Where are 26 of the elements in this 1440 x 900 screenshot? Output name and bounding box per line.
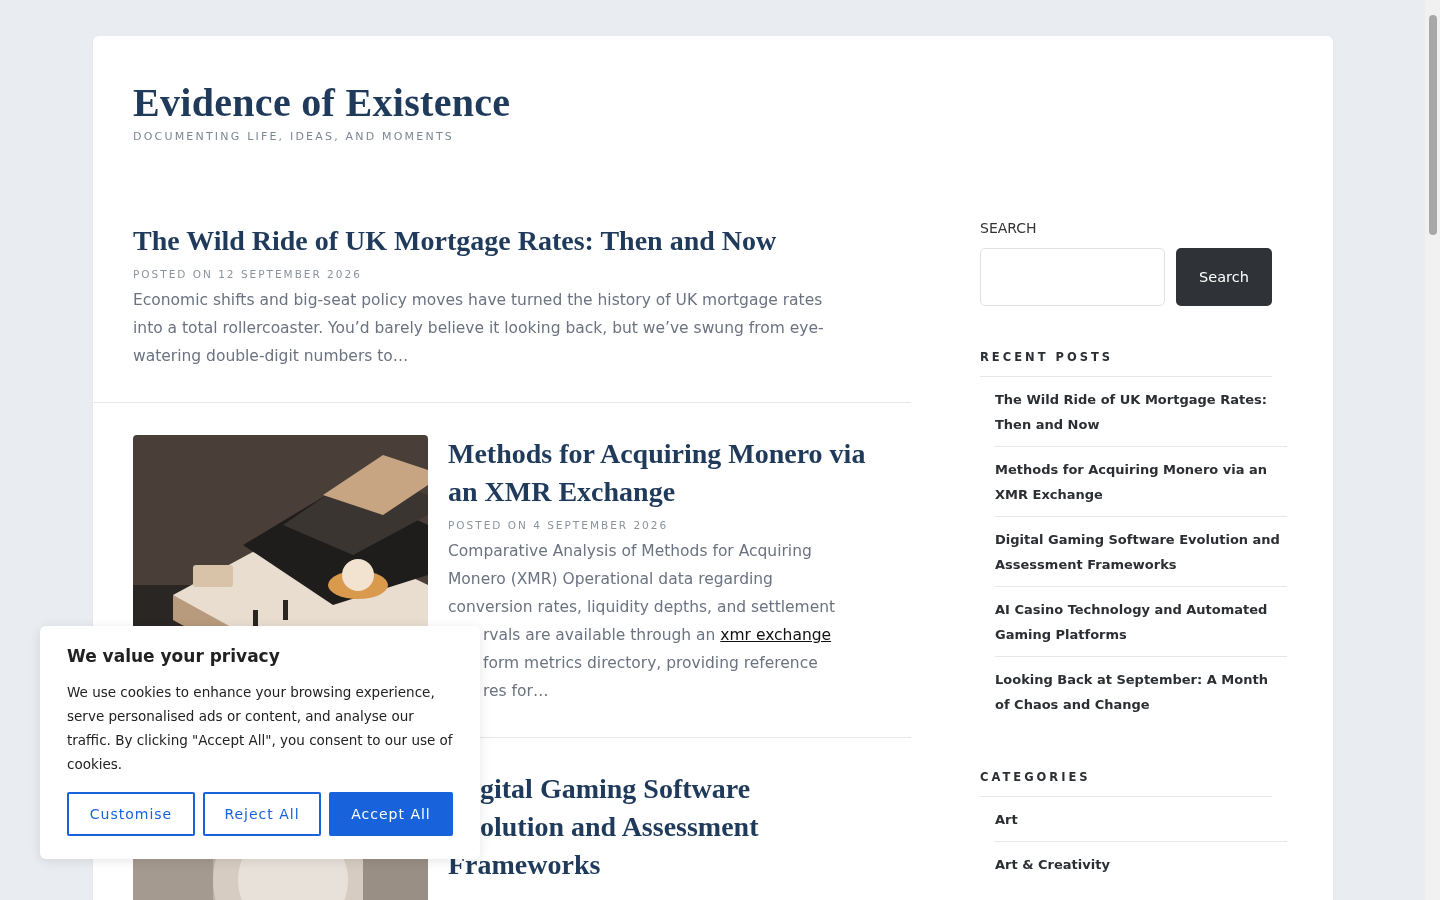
cookie-title: We value your privacy — [67, 646, 280, 666]
cookie-button[interactable]: Reject All — [203, 792, 321, 836]
category-link[interactable]: Art & Creativity — [995, 852, 1287, 877]
recent-post-link[interactable]: Methods for Acquiring Monero via an XMR Exchange — [995, 457, 1287, 507]
excerpt-link[interactable]: xmr exchange — [720, 626, 832, 644]
post-title[interactable]: Methods for Acquiring Monero via an XMR Exchange — [448, 435, 871, 511]
site-tagline: DOCUMENTING LIFE, IDEAS, AND MOMENTS — [133, 130, 454, 143]
recent-post-link[interactable]: Looking Back at September: A Month of Chaos and Change — [995, 667, 1287, 717]
post-excerpt: Economic shifts and big-seat policy moves have turned the history of UK mortgage rates into a total rollercoaster. You’d barely believe it looking back, but we’ve swung from eye-watering double-digit numbers to… — [133, 290, 825, 367]
widget-heading: RECENT POSTS — [980, 350, 1272, 377]
recent-post-link[interactable]: The Wild Ride of UK Mortgage Rates: Then and Now — [995, 387, 1287, 437]
search-button[interactable]: Search — [1176, 248, 1272, 306]
post-title[interactable]: The Wild Ride of UK Mortgage Rates: Then and Now — [133, 222, 841, 260]
site-title[interactable]: Evidence of Existence — [133, 87, 511, 119]
scrollbar[interactable] — [1425, 0, 1440, 900]
accept-button[interactable]: Accept All — [329, 792, 453, 836]
search-field[interactable] — [980, 248, 1165, 306]
search-label: SEARCH — [980, 220, 1037, 236]
widget-heading: CATEGORIES — [980, 770, 1272, 797]
cookie-button[interactable]: Customise — [67, 792, 195, 836]
recent-post-link[interactable]: AI Casino Technology and Automated Gaming Platforms — [995, 597, 1287, 647]
post-date: POSTED ON 12 SEPTEMBER 2026 — [133, 268, 363, 280]
post-date: POSTED ON 4 SEPTEMBER 2026 — [448, 519, 670, 531]
category-link[interactable]: Art — [995, 807, 1287, 832]
recent-post-link[interactable]: Digital Gaming Software Evolution and Assessment Frameworks — [995, 527, 1287, 577]
cookie-text: We use cookies to enhance your browsing experience, serve personalised ads or content, and analyse our traffic. By clicking "Accept All", you consent to our use of cookies. — [67, 683, 453, 774]
